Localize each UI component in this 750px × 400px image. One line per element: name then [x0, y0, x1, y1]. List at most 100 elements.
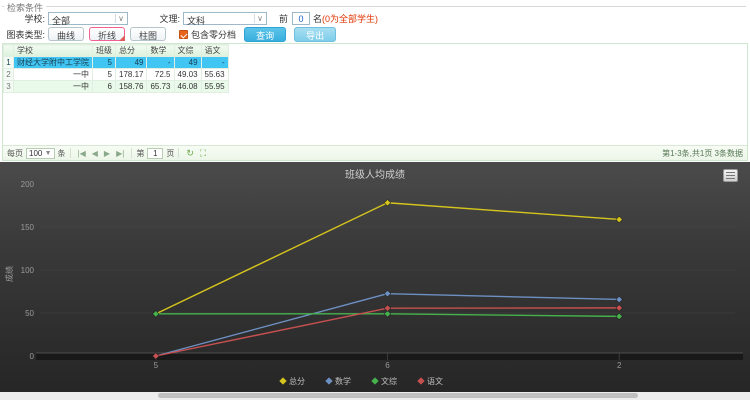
include-zero-label: 包含零分档 [191, 28, 236, 41]
table-cell[interactable]: 6 [93, 81, 116, 93]
top-n-hint: (0为全部学生) [322, 12, 378, 25]
table-cell[interactable]: 5 [93, 57, 116, 69]
data-point[interactable] [384, 200, 391, 207]
y-tick-label: 200 [21, 180, 35, 189]
column-header-school[interactable]: 学校 [14, 45, 93, 57]
legend-marker [279, 377, 286, 384]
pager-divider [131, 148, 132, 158]
table-row[interactable]: 1财经大学附中工学院549-49- [4, 57, 229, 69]
legend-item-3[interactable]: 语文 [417, 376, 443, 386]
data-point[interactable] [616, 216, 623, 223]
y-tick-label: 0 [30, 352, 35, 361]
table-cell[interactable]: 72.5 [147, 69, 174, 81]
legend-label: 数学 [335, 376, 351, 386]
column-header-class[interactable]: 班级 [93, 45, 116, 57]
data-point[interactable] [384, 290, 391, 297]
page-number-input[interactable]: 1 [147, 148, 163, 159]
include-zero-checkbox[interactable] [179, 30, 188, 39]
chart-type-button-curve[interactable]: 曲线 [48, 27, 84, 41]
query-button[interactable]: 查询 [244, 27, 286, 42]
export-button[interactable]: 导出 [294, 27, 336, 42]
table-cell[interactable]: - [201, 57, 228, 69]
y-tick-label: 100 [21, 266, 35, 275]
chart-menu-icon[interactable] [723, 169, 738, 182]
first-page-icon[interactable]: |◀ [78, 149, 86, 158]
x-tick-label: 5 [154, 361, 159, 370]
legend-marker [417, 377, 424, 384]
fieldset-divider [2, 6, 746, 7]
table-cell[interactable]: 49 [116, 57, 147, 69]
legend-marker [371, 377, 378, 384]
table-header-row: 学校 班级 总分 数学 文综 语文 [4, 45, 229, 57]
refresh-icon[interactable]: ↻ [186, 148, 194, 159]
y-tick-label: 50 [25, 309, 34, 318]
search-form-row-1: 学校: 全部 ∨ 文理: 文科 ∨ 前 0 名 (0为全部学生) [0, 11, 750, 25]
chevron-down-icon: ∨ [115, 14, 126, 23]
row-number-cell: 2 [4, 69, 14, 81]
search-form-row-2: 图表类型: 曲线 折线 柱图 包含零分档 查询 导出 [0, 27, 750, 41]
x-axis-band [36, 353, 743, 360]
school-select-value: 全部 [52, 16, 70, 26]
bottom-shadow [158, 393, 638, 398]
x-tick-label: 2 [617, 361, 622, 370]
row-number-cell: 1 [4, 57, 14, 69]
legend-item-2[interactable]: 文综 [371, 376, 397, 386]
table-cell[interactable]: - [147, 57, 174, 69]
table-cell[interactable]: 49 [174, 57, 201, 69]
table-cell[interactable]: 46.08 [174, 81, 201, 93]
top-n-prefix: 前 [279, 12, 288, 25]
data-point[interactable] [153, 311, 160, 318]
track-select[interactable]: 文科 ∨ [183, 12, 267, 25]
table-cell[interactable]: 65.73 [147, 81, 174, 93]
table-cell[interactable]: 158.76 [116, 81, 147, 93]
top-n-input[interactable]: 0 [292, 12, 310, 25]
table-row[interactable]: 2一中5178.1772.549.0355.63 [4, 69, 229, 81]
table-cell[interactable]: 178.17 [116, 69, 147, 81]
legend-marker [325, 377, 332, 384]
pager-divider [178, 148, 179, 158]
data-grid: 学校 班级 总分 数学 文综 语文 1财经大学附中工学院549-49-2一中51… [2, 43, 748, 161]
data-point[interactable] [616, 313, 623, 320]
legend-label: 文综 [381, 376, 397, 386]
search-panel: 检索条件 学校: 全部 ∨ 文理: 文科 ∨ 前 0 名 (0为全部学生) 图表… [0, 0, 750, 43]
expand-icon[interactable]: ⛶ [200, 148, 206, 159]
school-select[interactable]: 全部 ∨ [48, 12, 128, 25]
chart-section: 班级人均成绩050100150200成绩562总分数学文综语文 [0, 162, 750, 392]
table-cell[interactable]: 5 [93, 69, 116, 81]
y-axis-label: 成绩 [4, 266, 14, 282]
legend-item-1[interactable]: 数学 [325, 376, 351, 386]
column-header-chinese[interactable]: 语文 [201, 45, 228, 57]
column-header-math[interactable]: 数学 [147, 45, 174, 57]
row-number-header [4, 45, 14, 57]
prev-page-icon[interactable]: ◀ [92, 149, 98, 158]
table-cell[interactable]: 49.03 [174, 69, 201, 81]
column-header-total[interactable]: 总分 [116, 45, 147, 57]
table-cell[interactable]: 一中 [14, 81, 93, 93]
series-line-1[interactable] [156, 294, 619, 356]
per-page-label: 每页 [7, 148, 23, 159]
page-suffix: 页 [166, 148, 174, 159]
top-n-suffix: 名 [313, 12, 322, 25]
table-cell[interactable]: 一中 [14, 69, 93, 81]
column-header-wenzong[interactable]: 文综 [174, 45, 201, 57]
next-page-icon[interactable]: ▶ [104, 149, 110, 158]
x-tick-label: 6 [385, 361, 390, 370]
school-label: 学校: [0, 12, 45, 25]
score-table: 学校 班级 总分 数学 文综 语文 1财经大学附中工学院549-49-2一中51… [3, 44, 229, 93]
chart-title: 班级人均成绩 [345, 168, 405, 181]
chart-type-label: 图表类型: [0, 28, 45, 41]
legend-item-0[interactable]: 总分 [279, 376, 305, 386]
data-point[interactable] [384, 305, 391, 312]
last-page-icon[interactable]: ▶| [116, 149, 124, 158]
table-cell[interactable]: 财经大学附中工学院 [14, 57, 93, 69]
data-point[interactable] [616, 296, 623, 303]
table-cell[interactable]: 55.63 [201, 69, 228, 81]
chart-type-button-polyline[interactable]: 折线 [89, 27, 125, 41]
table-cell[interactable]: 55.95 [201, 81, 228, 93]
legend-label: 总分 [289, 376, 305, 386]
line-chart: 班级人均成绩050100150200成绩562总分数学文综语文 [0, 162, 750, 392]
chart-type-button-bar[interactable]: 柱图 [130, 27, 166, 41]
data-point[interactable] [616, 305, 623, 312]
per-page-select[interactable]: 100 ▼ [26, 148, 55, 159]
table-row[interactable]: 3一中6158.7665.7346.0855.95 [4, 81, 229, 93]
